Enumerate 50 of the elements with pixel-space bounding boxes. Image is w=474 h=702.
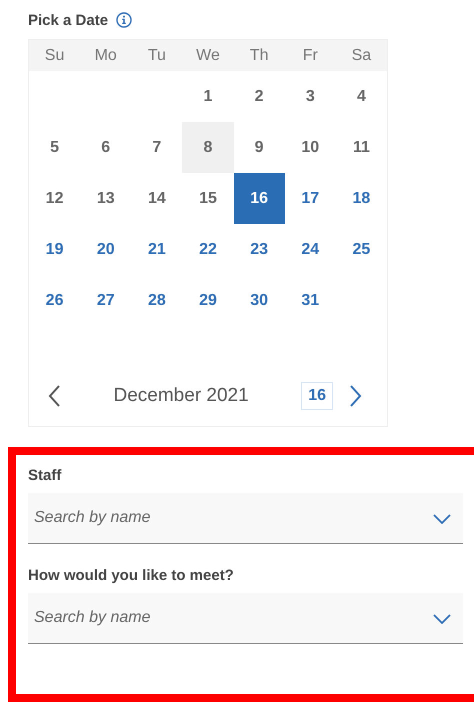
weekday-label: Fr <box>302 46 319 64</box>
weekday-label: Tu <box>146 46 167 64</box>
calendar-day[interactable]: 17 <box>284 173 336 224</box>
calendar-day[interactable]: 18 <box>336 173 387 224</box>
weekday-label: Th <box>248 46 270 64</box>
calendar-day[interactable]: 31 <box>284 275 336 326</box>
calendar-day[interactable]: 3 <box>284 71 336 122</box>
calendar-day[interactable]: 27 <box>80 275 132 326</box>
calendar-day[interactable]: 21 <box>131 224 182 275</box>
weekday-label: Sa <box>350 46 372 64</box>
calendar-day[interactable]: 8 <box>182 122 234 173</box>
calendar-day[interactable]: 9 <box>234 122 285 173</box>
calendar-day[interactable]: 13 <box>80 173 132 224</box>
calendar-day[interactable]: 30 <box>234 275 285 326</box>
today-button[interactable]: 16 <box>301 382 333 410</box>
calendar-day[interactable]: 14 <box>131 173 182 224</box>
calendar-day[interactable]: 25 <box>336 224 387 275</box>
dropdown-field[interactable]: Search by name <box>28 493 463 544</box>
calendar-day[interactable]: 16 <box>234 173 285 224</box>
calendar-day[interactable]: 10 <box>284 122 336 173</box>
calendar-day[interactable]: 22 <box>182 224 234 275</box>
weekday-label: We <box>195 46 221 64</box>
calendar-day[interactable]: 7 <box>131 122 182 173</box>
calendar-day[interactable]: 11 <box>336 122 387 173</box>
calendar-day[interactable]: 28 <box>131 275 182 326</box>
calendar-day[interactable]: 29 <box>182 275 234 326</box>
month-label: December 2021 <box>112 385 250 407</box>
calendar-day[interactable]: 23 <box>234 224 285 275</box>
calendar-day[interactable]: 19 <box>29 224 80 275</box>
calendar-day[interactable]: 5 <box>29 122 80 173</box>
calendar-day[interactable]: 24 <box>284 224 336 275</box>
dropdown-field[interactable]: Search by name <box>28 593 463 644</box>
chevron-down-icon <box>433 614 451 624</box>
calendar-day[interactable]: 12 <box>29 173 80 224</box>
field-label: Staff <box>28 467 62 484</box>
calendar-day[interactable]: 2 <box>234 71 285 122</box>
calendar-day[interactable]: 4 <box>336 71 387 122</box>
weekday-label: Mo <box>94 46 118 64</box>
previous-month-icon[interactable] <box>47 384 61 408</box>
info-icon[interactable] <box>116 12 132 28</box>
calendar-day[interactable]: 20 <box>80 224 132 275</box>
chevron-down-icon <box>433 514 451 524</box>
section-title: Pick a Date <box>28 12 108 28</box>
calendar-day[interactable]: 6 <box>80 122 132 173</box>
weekday-label: Su <box>44 46 66 64</box>
calendar-day[interactable]: 26 <box>29 275 80 326</box>
field-label: How would you like to meet? <box>28 567 235 584</box>
calendar-day[interactable]: 15 <box>182 173 234 224</box>
calendar-day[interactable]: 1 <box>182 71 234 122</box>
next-month-icon[interactable] <box>349 384 363 408</box>
